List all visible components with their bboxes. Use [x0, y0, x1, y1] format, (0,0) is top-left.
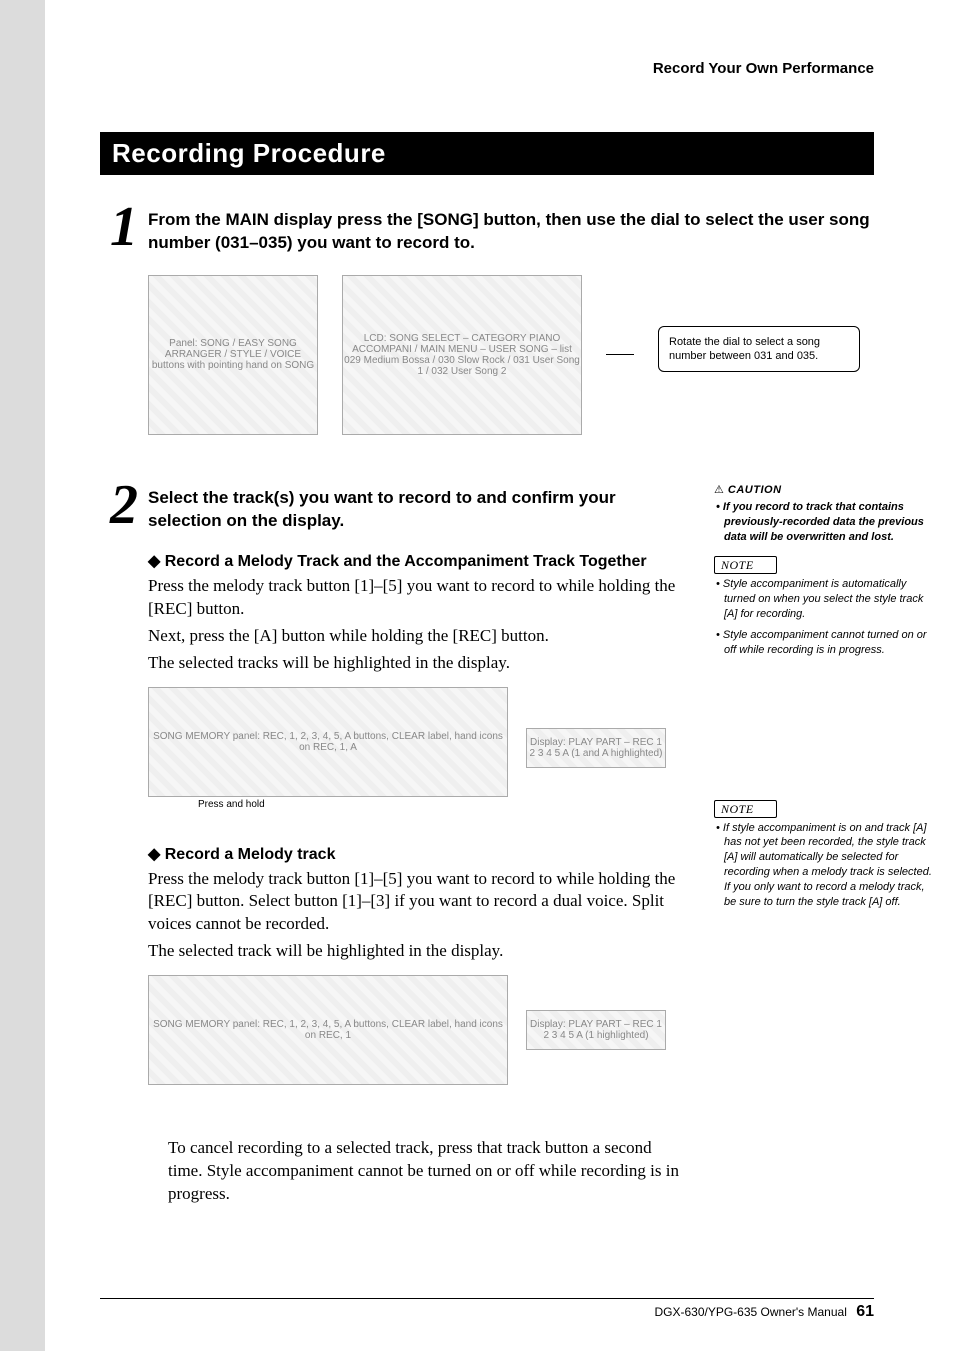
figure-song-memory-a: SONG MEMORY panel: REC, 1, 2, 3, 4, 5, A… [148, 687, 508, 797]
figure-play-part-b: Display: PLAY PART – REC 1 2 3 4 5 A (1 … [526, 1010, 666, 1050]
step-1-figures: Panel: SONG / EASY SONG ARRANGER / STYLE… [148, 275, 874, 435]
callout-line [606, 354, 634, 355]
caution-box: CAUTION If you record to track that cont… [714, 483, 934, 545]
figure-panel-buttons: Panel: SONG / EASY SONG ARRANGER / STYLE… [148, 275, 318, 435]
step-2a-p2: Next, press the [A] button while holding… [148, 625, 688, 648]
figure-song-memory-b: SONG MEMORY panel: REC, 1, 2, 3, 4, 5, A… [148, 975, 508, 1085]
step-1-heading: From the MAIN display press the [SONG] b… [148, 209, 874, 255]
caution-label: CAUTION [714, 483, 934, 496]
step-2b-p1: Press the melody track button [1]–[5] yo… [148, 868, 688, 937]
step-2b-figures: SONG MEMORY panel: REC, 1, 2, 3, 4, 5, A… [148, 975, 688, 1085]
step-2a-p1: Press the melody track button [1]–[5] yo… [148, 575, 688, 621]
footer: DGX-630/YPG-635 Owner's Manual 61 [654, 1303, 874, 1321]
step-2-heading: Select the track(s) you want to record t… [148, 487, 688, 533]
cancel-paragraph: To cancel recording to a selected track,… [168, 1137, 688, 1206]
manual-page: Record Your Own Performance Recording Pr… [0, 0, 954, 1351]
step-2a-figures: SONG MEMORY panel: REC, 1, 2, 3, 4, 5, A… [148, 687, 688, 810]
figure-lcd-song-select: LCD: SONG SELECT – CATEGORY PIANO ACCOMP… [342, 275, 582, 435]
footer-page-number: 61 [856, 1303, 874, 1320]
step-1-number: 1 [100, 205, 148, 250]
press-and-hold-label-a: Press and hold [198, 799, 508, 810]
step-2b-subheading: Record a Melody track [148, 844, 688, 864]
note-box-b: NOTE If style accompaniment is on and tr… [714, 802, 934, 910]
step-2: 2 Select the track(s) you want to record… [100, 483, 874, 1206]
figure-play-part-a: Display: PLAY PART – REC 1 2 3 4 5 A (1 … [526, 728, 666, 768]
step-2a-p3: The selected tracks will be highlighted … [148, 652, 688, 675]
note-label-b: NOTE [714, 802, 934, 817]
dial-callout: Rotate the dial to select a song number … [658, 326, 860, 373]
note-b-item-1: If style accompaniment is on and track [… [714, 821, 934, 910]
note-box-a: NOTE Style accompaniment is automaticall… [714, 558, 934, 657]
caution-item: If you record to track that contains pre… [714, 500, 934, 545]
step-2b-p2: The selected track will be highlighted i… [148, 940, 688, 963]
side-spacer [714, 672, 934, 802]
note-a-item-1: Style accompaniment is automatically tur… [714, 577, 934, 622]
header-section-title: Record Your Own Performance [100, 60, 874, 77]
step-1: 1 From the MAIN display press the [SONG]… [100, 205, 874, 435]
note-a-item-2: Style accompaniment cannot turned on or … [714, 628, 934, 658]
section-title-bar: Recording Procedure [100, 132, 874, 175]
footer-manual-name: DGX-630/YPG-635 Owner's Manual [654, 1305, 846, 1319]
footer-rule [100, 1298, 874, 1299]
left-gray-margin [0, 0, 45, 1351]
note-label-a: NOTE [714, 558, 934, 573]
step-2a-subheading: Record a Melody Track and the Accompanim… [148, 551, 688, 571]
step-2-number: 2 [100, 483, 148, 528]
